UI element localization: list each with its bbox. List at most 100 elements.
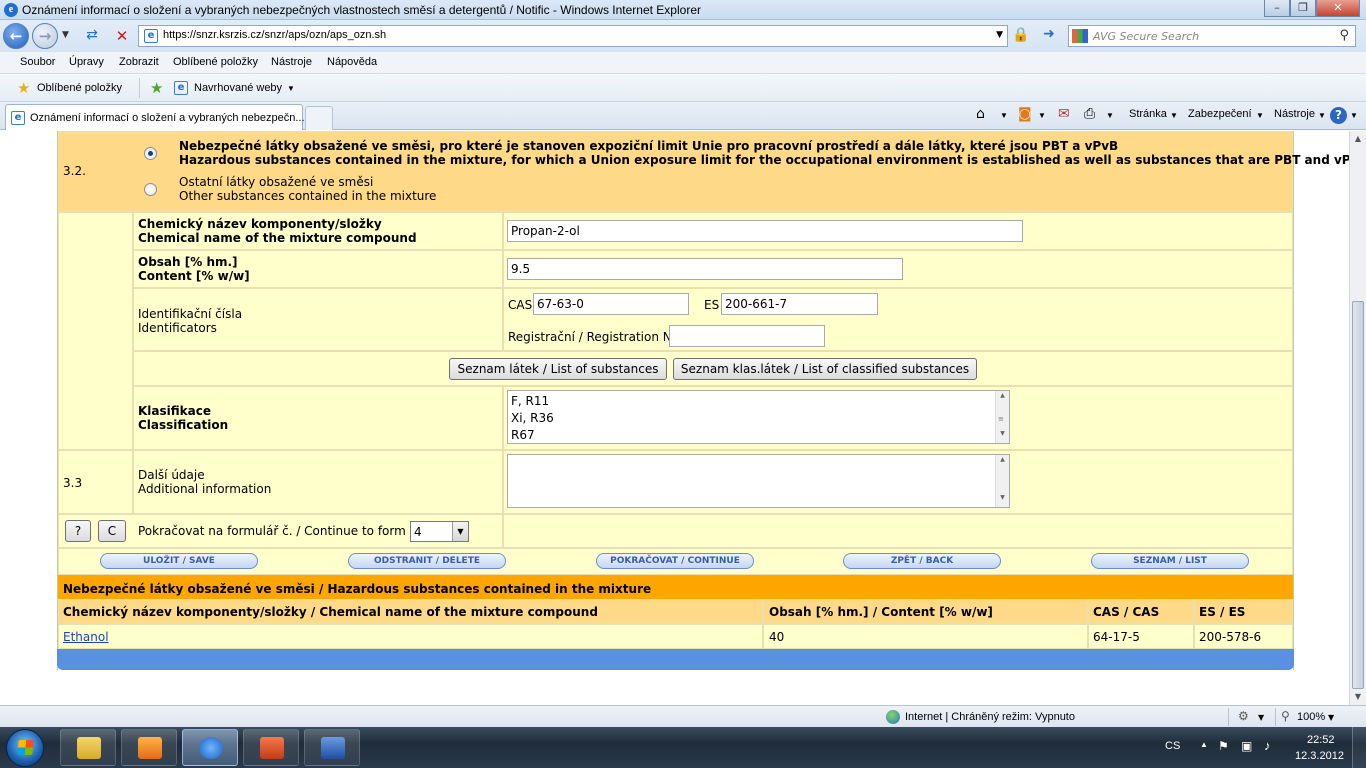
- menu-zobrazit[interactable]: Zobrazit: [119, 56, 159, 68]
- scroll-down-icon[interactable]: ▼: [1350, 689, 1366, 705]
- address-input[interactable]: e https://snzr.ksrzis.cz/snzr/aps/ozn/ap…: [138, 25, 1008, 47]
- radio-pbt-substances[interactable]: [144, 147, 157, 160]
- cas-input[interactable]: 67-63-0: [533, 293, 689, 315]
- radio-other-substances[interactable]: [144, 183, 157, 196]
- privacy-icon[interactable]: ⚙: [1238, 709, 1249, 723]
- search-icon[interactable]: ⚲: [1339, 28, 1349, 43]
- continue-form-value: 4: [414, 525, 422, 539]
- history-dropdown-icon[interactable]: ▼: [62, 30, 69, 40]
- address-dropdown-icon[interactable]: ▼: [996, 30, 1003, 40]
- language-indicator[interactable]: CS: [1165, 740, 1180, 752]
- save-button[interactable]: ULOŽIT / SAVE: [100, 553, 258, 569]
- content-input[interactable]: 9.5: [507, 258, 903, 280]
- continue-button[interactable]: POKRAČOVAT / CONTINUE: [596, 553, 754, 569]
- list-classified-substances-button[interactable]: Seznam klas.látek / List of classified s…: [673, 358, 977, 380]
- scroll-down-icon[interactable]: ▼: [996, 494, 1009, 506]
- menu-nastroje[interactable]: Nástroje: [271, 56, 312, 68]
- es-input[interactable]: 200-661-7: [721, 293, 878, 315]
- new-tab-button[interactable]: [305, 106, 333, 130]
- help-icon[interactable]: ?: [1330, 107, 1347, 124]
- registration-input[interactable]: [669, 325, 825, 347]
- table-title: Nebezpečné látky obsažené ve směsi / Haz…: [63, 582, 652, 596]
- forward-button[interactable]: →: [32, 23, 58, 49]
- chem-name-input[interactable]: Propan-2-ol: [507, 220, 1023, 242]
- zoom-icon[interactable]: ⚲: [1281, 709, 1290, 723]
- rss-icon[interactable]: ◙: [1018, 106, 1032, 122]
- chem-name-label-cs: Chemický název komponenty/složky: [138, 217, 382, 231]
- powerpoint-icon: [260, 737, 284, 759]
- list-item[interactable]: F, R11: [511, 394, 549, 408]
- additional-info-textarea[interactable]: ▲ ▼: [507, 454, 1010, 508]
- chevron-down-icon[interactable]: ▼: [1258, 713, 1264, 722]
- stop-icon[interactable]: ✕: [112, 27, 132, 45]
- refresh-icon[interactable]: ⇄: [82, 27, 102, 45]
- classification-listbox[interactable]: F, R11 Xi, R36 R67 ▲ ≡ ▼: [507, 390, 1010, 444]
- taskbar-powerpoint[interactable]: [243, 729, 299, 766]
- start-button[interactable]: [6, 729, 44, 767]
- listbox-scrollbar[interactable]: ▲ ≡ ▼: [995, 391, 1009, 443]
- menu-soubor[interactable]: Soubor: [20, 56, 55, 68]
- chevron-down-icon[interactable]: ▼: [1000, 111, 1008, 120]
- chevron-down-icon[interactable]: ▼: [1328, 713, 1334, 722]
- addinfo-label-cs: Další údaje: [138, 468, 205, 482]
- taskbar-internet-explorer[interactable]: [182, 729, 238, 766]
- favorites-button[interactable]: Oblíbené položky: [37, 82, 122, 94]
- help-button[interactable]: ?: [65, 520, 91, 542]
- scroll-thumb[interactable]: [1352, 301, 1364, 689]
- scroll-grip-icon[interactable]: ≡: [998, 415, 1004, 423]
- volume-icon[interactable]: ♪: [1264, 738, 1271, 753]
- minimize-button[interactable]: –: [1264, 0, 1290, 17]
- list-item[interactable]: R67: [511, 428, 535, 442]
- cell-es: 200-578-6: [1199, 630, 1262, 644]
- clock-time[interactable]: 22:52: [1307, 734, 1335, 746]
- clear-button[interactable]: C: [98, 520, 126, 542]
- suggested-sites-button[interactable]: Navrhované weby: [194, 82, 282, 94]
- taskbar-media-player[interactable]: [121, 729, 177, 766]
- scroll-up-icon[interactable]: ▲: [1350, 131, 1366, 147]
- list-item[interactable]: Xi, R36: [511, 411, 554, 425]
- show-hidden-icons-icon[interactable]: ▲: [1200, 740, 1208, 749]
- add-favorite-icon[interactable]: ★: [150, 79, 163, 97]
- menu-upravy[interactable]: Úpravy: [69, 56, 104, 68]
- scroll-up-icon[interactable]: ▲: [996, 456, 1009, 468]
- maximize-button[interactable]: ❐: [1290, 0, 1316, 17]
- show-desktop-button[interactable]: [1352, 727, 1366, 768]
- lock-icon[interactable]: 🔒: [1012, 27, 1029, 43]
- list-button[interactable]: SEZNAM / LIST: [1091, 553, 1249, 569]
- favorites-star-icon[interactable]: ★: [17, 79, 30, 97]
- tab-active[interactable]: e Oznámení informací o složení a vybraný…: [5, 104, 305, 130]
- home-icon[interactable]: ⌂: [976, 106, 985, 122]
- continue-form-select[interactable]: 4 ▼: [410, 521, 469, 542]
- chevron-down-icon[interactable]: ▼: [1038, 111, 1046, 120]
- delete-button[interactable]: ODSTRANIT / DELETE: [348, 553, 506, 569]
- list-substances-button[interactable]: Seznam látek / List of substances: [449, 358, 667, 380]
- zoom-level[interactable]: 100%: [1297, 711, 1325, 723]
- menu-oblibene[interactable]: Oblíbené položky: [173, 56, 258, 68]
- print-icon[interactable]: ⎙: [1084, 106, 1095, 122]
- scroll-down-icon[interactable]: ▼: [996, 430, 1009, 442]
- page-menu[interactable]: Stránka: [1129, 108, 1167, 120]
- action-center-icon[interactable]: ⚑: [1218, 739, 1229, 753]
- menu-napoveda[interactable]: Nápověda: [327, 56, 377, 68]
- safety-menu[interactable]: Zabezpečení: [1188, 108, 1252, 120]
- go-icon[interactable]: ➜: [1038, 26, 1060, 46]
- substance-link-ethanol[interactable]: Ethanol: [63, 630, 109, 644]
- chevron-down-icon[interactable]: ▼: [452, 522, 468, 541]
- clock-date[interactable]: 12.3.2012: [1295, 750, 1344, 762]
- network-icon[interactable]: ▣: [1241, 739, 1252, 753]
- chevron-down-icon[interactable]: ▼: [287, 84, 295, 93]
- mail-icon[interactable]: ✉: [1058, 106, 1070, 122]
- search-input[interactable]: AVG Secure Search ⚲: [1068, 25, 1356, 47]
- back-nav-button[interactable]: ZPĚT / BACK: [843, 553, 1001, 569]
- tools-menu[interactable]: Nástroje: [1274, 108, 1315, 120]
- textarea-scrollbar[interactable]: ▲ ▼: [995, 455, 1009, 507]
- continue-empty-cell: [503, 514, 1293, 548]
- close-button[interactable]: ✕: [1316, 0, 1360, 17]
- chevron-down-icon[interactable]: ▼: [1106, 111, 1114, 120]
- back-button[interactable]: ←: [3, 23, 29, 49]
- scroll-up-icon[interactable]: ▲: [996, 392, 1009, 404]
- taskbar-word[interactable]: [304, 729, 360, 766]
- page-scrollbar[interactable]: ▲ ▼: [1349, 131, 1366, 705]
- ie-logo-icon: e: [4, 3, 18, 17]
- taskbar-explorer[interactable]: [60, 729, 116, 766]
